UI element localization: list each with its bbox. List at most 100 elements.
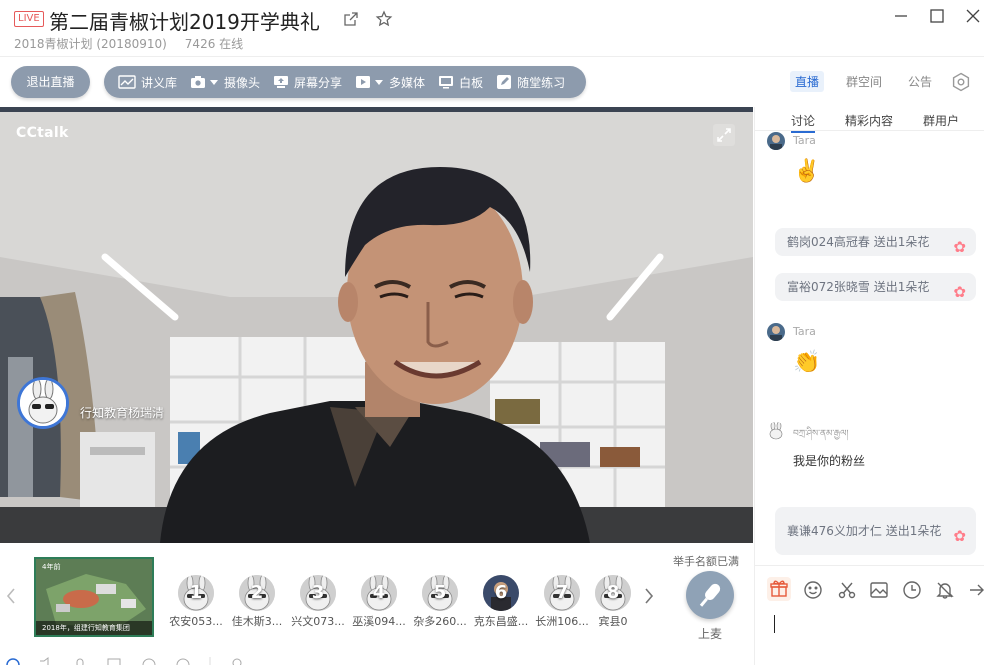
flower-text: 鹤岗024高冠春 送出1朵花 bbox=[787, 235, 930, 249]
tool-lecture-library[interactable]: 讲义库 bbox=[118, 74, 177, 91]
rabbit-avatar-icon bbox=[20, 380, 66, 426]
member-name: 克东昌盛... bbox=[473, 615, 529, 628]
member-avatar: 8 bbox=[595, 575, 631, 611]
tool-label: 屏幕分享 bbox=[294, 75, 343, 90]
flower-text: 襄谦476义加才仁 送出1朵花 bbox=[787, 524, 942, 538]
member-name: 长洲106... bbox=[535, 615, 589, 628]
clock-icon[interactable] bbox=[902, 580, 922, 600]
thumbnail-time: 4年前 bbox=[42, 563, 61, 571]
tool-label: 随堂练习 bbox=[517, 75, 566, 90]
tool-whiteboard[interactable]: 白板 bbox=[438, 74, 483, 91]
cctalk-watermark: CCtalk bbox=[16, 125, 69, 141]
tools-bar: 讲义库 摄像头 屏幕分享 多媒体 白板 随堂练习 bbox=[104, 66, 586, 98]
flower-text: 富裕072张晓雪 送出1朵花 bbox=[787, 280, 930, 294]
tool-screen-share[interactable]: 屏幕分享 bbox=[273, 74, 342, 91]
favorite-star-icon[interactable] bbox=[375, 10, 393, 28]
tab-highlights[interactable]: 精彩内容 bbox=[845, 112, 893, 129]
speaker-name: 行知教育杨瑞清 bbox=[80, 406, 165, 420]
tool-label: 白板 bbox=[459, 75, 484, 90]
avatar[interactable] bbox=[767, 132, 785, 150]
member-rank: 4 bbox=[372, 582, 386, 603]
screen-share-icon bbox=[274, 76, 289, 88]
camera-icon bbox=[191, 76, 206, 88]
microphone-icon bbox=[699, 583, 721, 607]
bottom-toolbar bbox=[0, 651, 753, 665]
member-item[interactable]: 4 巫溪094... bbox=[349, 575, 409, 629]
tool-camera[interactable]: 摄像头 bbox=[190, 74, 260, 91]
chat-input-cursor[interactable] bbox=[774, 615, 775, 633]
member-name: 宾县0 bbox=[598, 615, 628, 628]
close-icon[interactable] bbox=[965, 8, 981, 24]
tab-group-space[interactable]: 群空间 bbox=[846, 73, 882, 90]
chat-message: 我是你的粉丝 bbox=[793, 454, 866, 468]
group-name: 2018青椒计划 (20180910) bbox=[14, 37, 167, 51]
member-item[interactable]: 1 农安053... bbox=[166, 575, 226, 629]
member-rank: 8 bbox=[606, 582, 620, 603]
caret-down-icon[interactable] bbox=[210, 79, 219, 85]
flower-icon: ✿ bbox=[953, 527, 966, 545]
arrow-right-icon[interactable] bbox=[967, 580, 984, 600]
caret-down-icon[interactable] bbox=[375, 79, 384, 85]
settings-hex-icon[interactable] bbox=[951, 72, 971, 92]
flower-icon: ✿ bbox=[953, 238, 966, 256]
gift-button[interactable] bbox=[767, 577, 791, 601]
speaker-avatar bbox=[17, 377, 69, 429]
tab-notice[interactable]: 公告 bbox=[908, 73, 932, 90]
member-name: 农安053... bbox=[169, 615, 223, 628]
divider bbox=[755, 130, 984, 131]
member-avatar: 3 bbox=[300, 575, 336, 611]
subtitle: 2018青椒计划 (20180910) 7426 在线 bbox=[14, 35, 243, 52]
avatar[interactable] bbox=[767, 323, 785, 341]
member-item[interactable]: 7 长洲106... bbox=[532, 575, 592, 629]
title-bar: LIVE 第二届青椒计划2019开学典礼 2018青椒计划 (20180910)… bbox=[0, 0, 984, 56]
slide-thumbnail[interactable]: 4年前 2018年，组建行知教育集团 bbox=[34, 557, 154, 637]
bell-off-icon[interactable] bbox=[935, 580, 955, 600]
maximize-icon[interactable] bbox=[929, 8, 945, 24]
bottom-icons bbox=[6, 657, 242, 665]
scissors-icon[interactable] bbox=[837, 580, 857, 600]
member-item[interactable]: 5 杂多260... bbox=[410, 575, 470, 629]
member-item[interactable]: 2 佳木斯3... bbox=[227, 575, 287, 629]
open-external-icon[interactable] bbox=[343, 11, 359, 27]
member-rank: 2 bbox=[250, 582, 264, 603]
whiteboard-icon bbox=[439, 76, 454, 89]
raise-hand-status: 举手名额已满 bbox=[673, 555, 739, 568]
thumbnail-caption: 2018年，组建行知教育集团 bbox=[36, 621, 152, 635]
member-avatar: 4 bbox=[361, 575, 397, 611]
chat-emoji: 👏 bbox=[793, 350, 821, 375]
member-item[interactable]: 6 克东昌盛... bbox=[471, 575, 531, 629]
chat-username: Tara bbox=[793, 325, 816, 338]
tool-label: 讲义库 bbox=[141, 75, 178, 90]
member-rank: 7 bbox=[555, 582, 569, 603]
chat-username: Tara bbox=[793, 134, 816, 147]
edit-icon bbox=[497, 75, 512, 89]
member-avatar: 2 bbox=[239, 575, 275, 611]
live-badge: LIVE bbox=[14, 11, 44, 27]
image-icon[interactable] bbox=[869, 580, 889, 600]
mic-button[interactable] bbox=[686, 571, 734, 619]
video-top-edge bbox=[0, 107, 753, 112]
chat-emoji: ✌️ bbox=[793, 159, 821, 184]
tab-group-members[interactable]: 群用户 bbox=[923, 112, 959, 129]
tool-practice[interactable]: 随堂练习 bbox=[496, 74, 565, 91]
tab-live[interactable]: 直播 bbox=[790, 71, 825, 92]
flower-notice: 富裕072张晓雪 送出1朵花 ✿ bbox=[775, 273, 976, 301]
course-title: 第二届青椒计划2019开学典礼 bbox=[49, 10, 320, 34]
minimize-icon[interactable] bbox=[893, 8, 909, 24]
member-avatar: 1 bbox=[178, 575, 214, 611]
chevron-left-icon[interactable] bbox=[5, 587, 17, 605]
tab-discussion[interactable]: 讨论 bbox=[791, 112, 816, 133]
video-stage: CCtalk bbox=[0, 107, 753, 543]
member-name: 兴文073... bbox=[291, 615, 345, 628]
chart-icon bbox=[118, 75, 136, 89]
fullscreen-icon[interactable] bbox=[713, 124, 735, 146]
chat-username: བཀྲ་ཤིས་ནམ་རྒྱལ། bbox=[793, 429, 849, 439]
emoji-icon[interactable] bbox=[803, 580, 823, 600]
tool-multimedia[interactable]: 多媒体 bbox=[355, 74, 425, 91]
member-item[interactable]: 3 兴文073... bbox=[288, 575, 348, 629]
avatar[interactable] bbox=[767, 422, 785, 440]
chevron-right-icon[interactable] bbox=[643, 587, 655, 605]
member-item[interactable]: 8 宾县0 bbox=[593, 575, 633, 629]
member-avatar: 6 bbox=[483, 575, 519, 611]
exit-live-button[interactable]: 退出直播 bbox=[11, 66, 90, 98]
